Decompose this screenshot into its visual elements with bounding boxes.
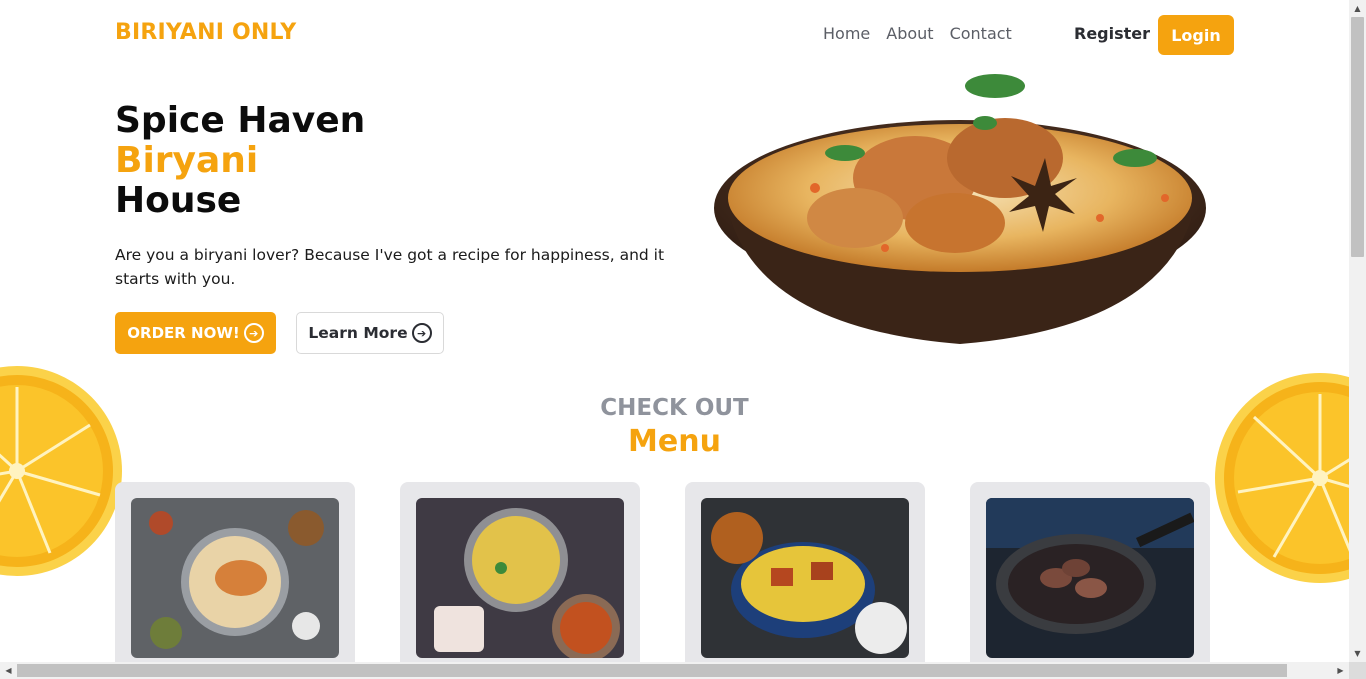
learn-more-label: Learn More xyxy=(308,324,408,342)
learn-more-button[interactable]: Learn More ➔ xyxy=(296,312,444,354)
scroll-up-icon[interactable]: ▲ xyxy=(1349,0,1366,17)
scroll-down-icon[interactable]: ▼ xyxy=(1349,645,1366,662)
hero-description: Are you a biryani lover? Because I've go… xyxy=(115,246,665,288)
horizontal-scrollbar[interactable]: ◀ ▶ xyxy=(0,662,1349,679)
menu-item-image xyxy=(701,498,909,658)
menu-title: Menu xyxy=(628,424,721,459)
vertical-scroll-thumb[interactable] xyxy=(1351,17,1364,257)
menu-item-image xyxy=(416,498,624,658)
menu-card[interactable] xyxy=(970,482,1210,662)
main-nav: Home About Contact xyxy=(823,24,1012,43)
order-now-button[interactable]: ORDER NOW! ➔ xyxy=(115,312,276,354)
scrollbar-corner xyxy=(1349,662,1366,679)
scroll-left-icon[interactable]: ◀ xyxy=(0,662,17,679)
arrow-circle-right-icon: ➔ xyxy=(411,323,432,343)
menu-kicker: CHECK OUT xyxy=(600,395,749,421)
menu-card[interactable] xyxy=(400,482,640,662)
order-now-label: ORDER NOW! xyxy=(127,324,240,342)
nav-home[interactable]: Home xyxy=(823,24,870,43)
hero-title-line-2: Biryani xyxy=(115,140,259,181)
login-button[interactable]: Login xyxy=(1158,15,1234,55)
menu-card[interactable] xyxy=(115,482,355,662)
nav-contact[interactable]: Contact xyxy=(950,24,1012,43)
horizontal-scroll-thumb[interactable] xyxy=(17,664,1287,677)
scroll-right-icon[interactable]: ▶ xyxy=(1332,662,1349,679)
menu-card[interactable] xyxy=(685,482,925,662)
arrow-circle-right-icon: ➔ xyxy=(243,323,264,343)
menu-item-image xyxy=(986,498,1194,658)
brand-logo[interactable]: BIRIYANI ONLY xyxy=(115,20,296,45)
nav-about[interactable]: About xyxy=(886,24,933,43)
vertical-scrollbar[interactable]: ▲ ▼ xyxy=(1349,0,1366,662)
register-link[interactable]: Register xyxy=(1074,24,1150,43)
menu-item-image xyxy=(131,498,339,658)
hero-title-line-1: Spice Haven xyxy=(115,100,366,141)
hero-title: Spice Haven Biryani House xyxy=(115,101,365,221)
page-viewport: BIRIYANI ONLY Home About Contact Registe… xyxy=(0,0,1349,662)
hero-biryani-image xyxy=(714,74,1206,344)
hero-title-line-3: House xyxy=(115,180,242,221)
